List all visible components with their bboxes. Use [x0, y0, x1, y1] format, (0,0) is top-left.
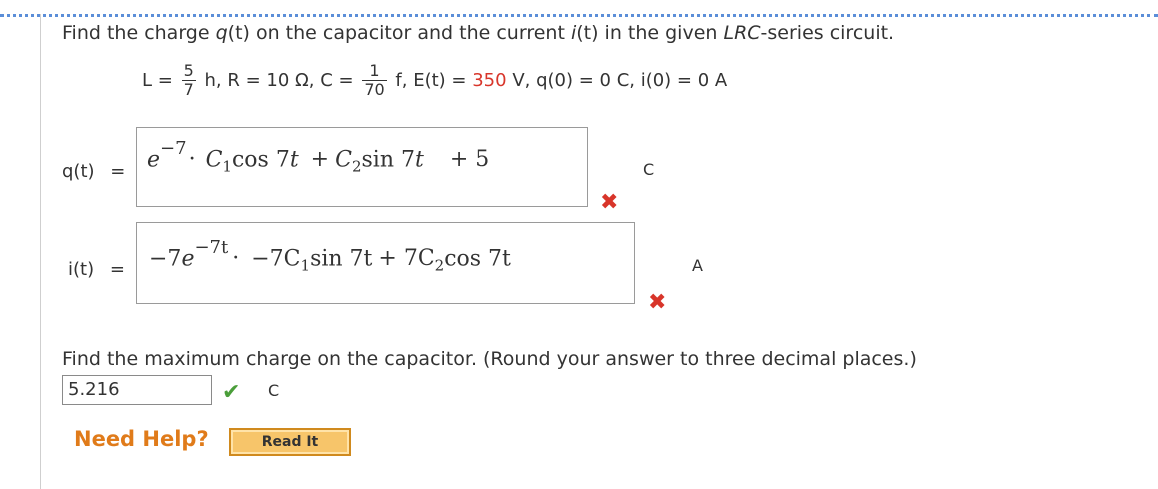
left-rule	[40, 14, 41, 489]
q-term2-sub: 2	[351, 157, 362, 176]
question-middle2: in the given	[598, 22, 724, 44]
param-E-label: f, E(t) =	[395, 70, 467, 91]
circuit-parameters: L = 5 7 h, R = 10 Ω, C = 1 70 f, E(t) = …	[142, 62, 727, 110]
q-equals: =	[110, 161, 126, 182]
q-term1-sub: 1	[222, 157, 232, 176]
fraction-C-denominator: 70	[364, 80, 385, 99]
i-exp-base: e	[181, 246, 195, 272]
q-answer-box[interactable]: e−7· C1cos 7t + C2sin 7t + 5	[136, 127, 588, 207]
i-term1: −7C	[251, 246, 301, 272]
max-charge-prompt: Find the maximum charge on the capacitor…	[62, 348, 917, 370]
i-lead-coef: −7	[149, 246, 182, 272]
q-label-text: q(t)	[62, 161, 95, 182]
fraction-C: 1 70	[362, 62, 387, 99]
question-middle: on the capacitor and the current	[249, 22, 571, 44]
circuit-type: LRC	[723, 22, 761, 44]
i-expression: −7e−7t · −7C1sin 7t + 7C2cos 7t	[149, 237, 511, 275]
i-incorrect-icon: ✖	[648, 290, 667, 315]
q-plus1: +	[310, 147, 330, 173]
correct-check-icon: ✔	[222, 380, 241, 405]
i-dot: ·	[232, 246, 240, 272]
q-term1-coef: C	[205, 147, 223, 173]
max-charge-input[interactable]: 5.216	[62, 375, 212, 405]
param-E-value: 350	[472, 70, 507, 91]
i-unit: A	[692, 256, 703, 275]
q-exp-base: e	[147, 147, 161, 173]
need-help-label: Need Help?	[74, 427, 209, 451]
i-label: i(t) =	[68, 259, 125, 280]
fraction-C-numerator: 1	[362, 62, 387, 81]
q-term2-fn: sin 7	[361, 147, 416, 173]
i-term2-fn: cos 7t	[444, 246, 511, 272]
q-incorrect-icon: ✖	[600, 190, 619, 215]
q-constant: + 5	[449, 147, 490, 173]
fraction-L-denominator: 7	[183, 80, 194, 99]
max-charge-unit: C	[268, 381, 280, 400]
top-dotted-border	[0, 14, 1158, 17]
question-prefix: Find the charge	[62, 22, 216, 44]
question-text: Find the charge q(t) on the capacitor an…	[62, 22, 894, 44]
q-dot: ·	[188, 147, 196, 173]
fraction-L-numerator: 5	[181, 61, 196, 81]
i-equals: =	[109, 259, 125, 280]
fraction-L: 5 7	[181, 61, 196, 99]
q-term2-coef: C	[335, 147, 352, 173]
i-term1-fn: sin 7t	[310, 246, 373, 272]
q-symbol: q	[215, 22, 228, 44]
q-term1-var: t	[289, 147, 299, 173]
q-arg: (t)	[227, 22, 250, 44]
i-arg: (t)	[576, 22, 599, 44]
param-L-label: L =	[142, 70, 173, 91]
param-R-C-label: h, R = 10 Ω, C =	[204, 70, 354, 91]
q-unit: C	[643, 160, 655, 179]
i-term1-sub: 1	[300, 256, 311, 275]
i-term2-sub: 2	[434, 256, 445, 275]
i-exp-power: −7t	[194, 237, 229, 258]
q-expression: e−7· C1cos 7t + C2sin 7t + 5	[147, 138, 490, 176]
q-term2-var: t	[415, 147, 424, 173]
i-plus-term2: + 7C	[378, 246, 435, 272]
read-it-button[interactable]: Read It	[229, 428, 351, 456]
q-exp-power: −7	[160, 138, 187, 159]
i-answer-box[interactable]: −7e−7t · −7C1sin 7t + 7C2cos 7t	[136, 222, 635, 304]
param-initial-conditions: V, q(0) = 0 C, i(0) = 0 A	[512, 70, 728, 91]
i-label-text: i(t)	[68, 259, 95, 280]
question-suffix: -series circuit.	[760, 22, 895, 44]
q-term1-fn: cos 7	[231, 147, 290, 173]
q-label: q(t) =	[62, 161, 125, 182]
